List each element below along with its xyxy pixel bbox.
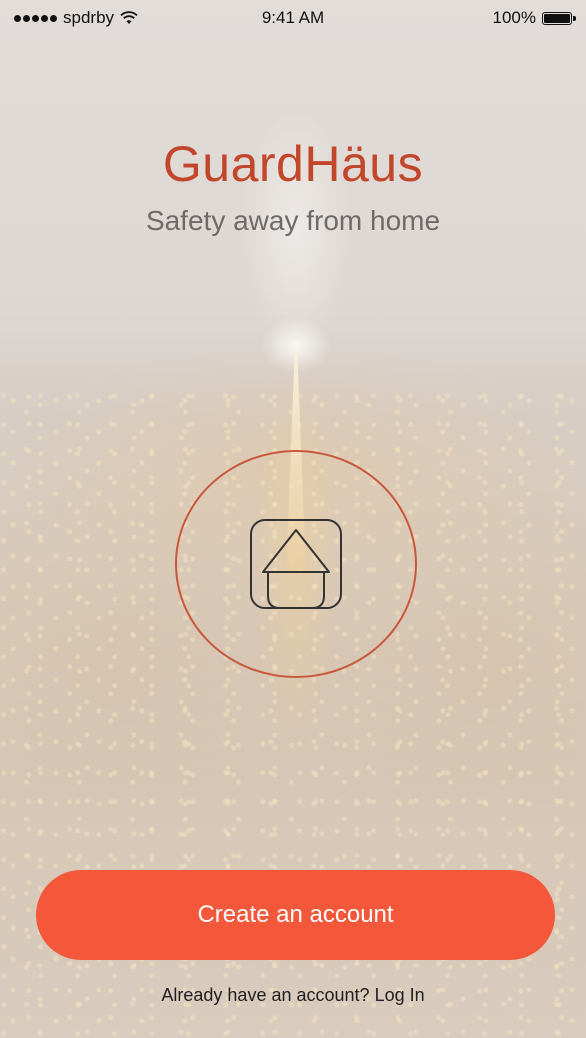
status-right: 100% — [492, 8, 576, 28]
welcome-screen: spdrby 9:41 AM 100% GuardHäus Safety awa… — [0, 0, 586, 1038]
login-prompt: Already have an account? — [161, 985, 370, 1005]
login-prompt-line: Already have an account? Log In — [0, 985, 586, 1006]
login-link[interactable]: Log In — [375, 985, 425, 1005]
create-account-button[interactable]: Create an account — [36, 870, 555, 960]
app-subtitle: Safety away from home — [145, 205, 441, 236]
battery-percent: 100% — [492, 8, 536, 27]
house-icon — [250, 519, 342, 609]
status-bar: spdrby 9:41 AM 100% — [0, 0, 586, 40]
app-title: GuardHäus — [162, 136, 424, 192]
battery-icon — [542, 11, 576, 25]
